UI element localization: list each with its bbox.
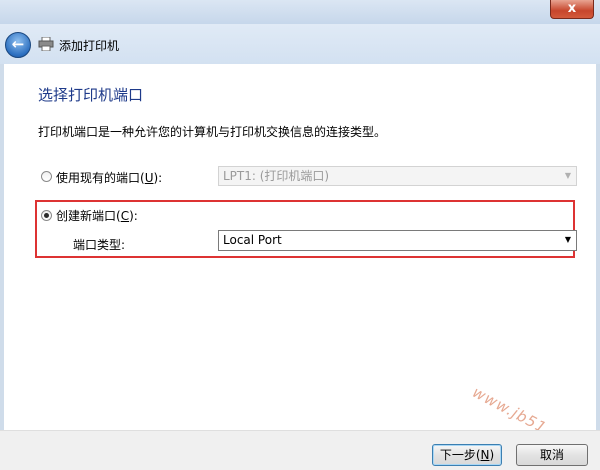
dropdown-arrow-icon: ▼	[564, 235, 572, 244]
port-type-value: Local Port	[223, 233, 282, 247]
port-type-dropdown[interactable]: Local Port ▼	[218, 230, 577, 251]
wizard-title: 添加打印机	[59, 39, 120, 53]
existing-port-label-text: 使用现有的端口(	[56, 171, 145, 185]
dropdown-arrow-icon: ▼	[564, 171, 572, 180]
back-button[interactable]: ←	[5, 32, 31, 58]
existing-port-label-suffix: ):	[153, 171, 163, 185]
wizard-footer: 下一步(N) 取消	[0, 430, 600, 470]
page-description: 打印机端口是一种允许您的计算机与打印机交换信息的连接类型。	[38, 125, 387, 139]
next-button-text: 下一步(	[439, 448, 481, 462]
existing-port-radio[interactable]	[41, 171, 52, 182]
existing-port-value: LPT1: (打印机端口)	[223, 169, 330, 183]
page-title: 选择打印机端口	[38, 86, 144, 104]
next-button[interactable]: 下一步(N)	[432, 444, 502, 466]
window-close-button[interactable]: x	[550, 0, 594, 19]
cancel-button[interactable]: 取消	[516, 444, 588, 466]
existing-port-label[interactable]: 使用现有的端口(U):	[56, 169, 162, 186]
new-port-label[interactable]: 创建新端口(C):	[56, 207, 138, 224]
new-port-label-suffix: ):	[129, 209, 138, 223]
printer-icon	[38, 37, 54, 51]
navigation-bar: ← 添加打印机	[0, 24, 600, 64]
new-port-accesskey: C	[120, 209, 130, 223]
wizard-content: 选择打印机端口 打印机端口是一种允许您的计算机与打印机交换信息的连接类型。 使用…	[4, 64, 596, 430]
next-button-suffix: )	[489, 448, 495, 462]
new-port-radio[interactable]	[41, 210, 52, 221]
new-port-label-text: 创建新端口(	[56, 209, 121, 223]
port-type-label: 端口类型:	[73, 238, 126, 252]
existing-port-dropdown: LPT1: (打印机端口) ▼	[218, 166, 577, 186]
title-bar: x	[0, 0, 600, 24]
